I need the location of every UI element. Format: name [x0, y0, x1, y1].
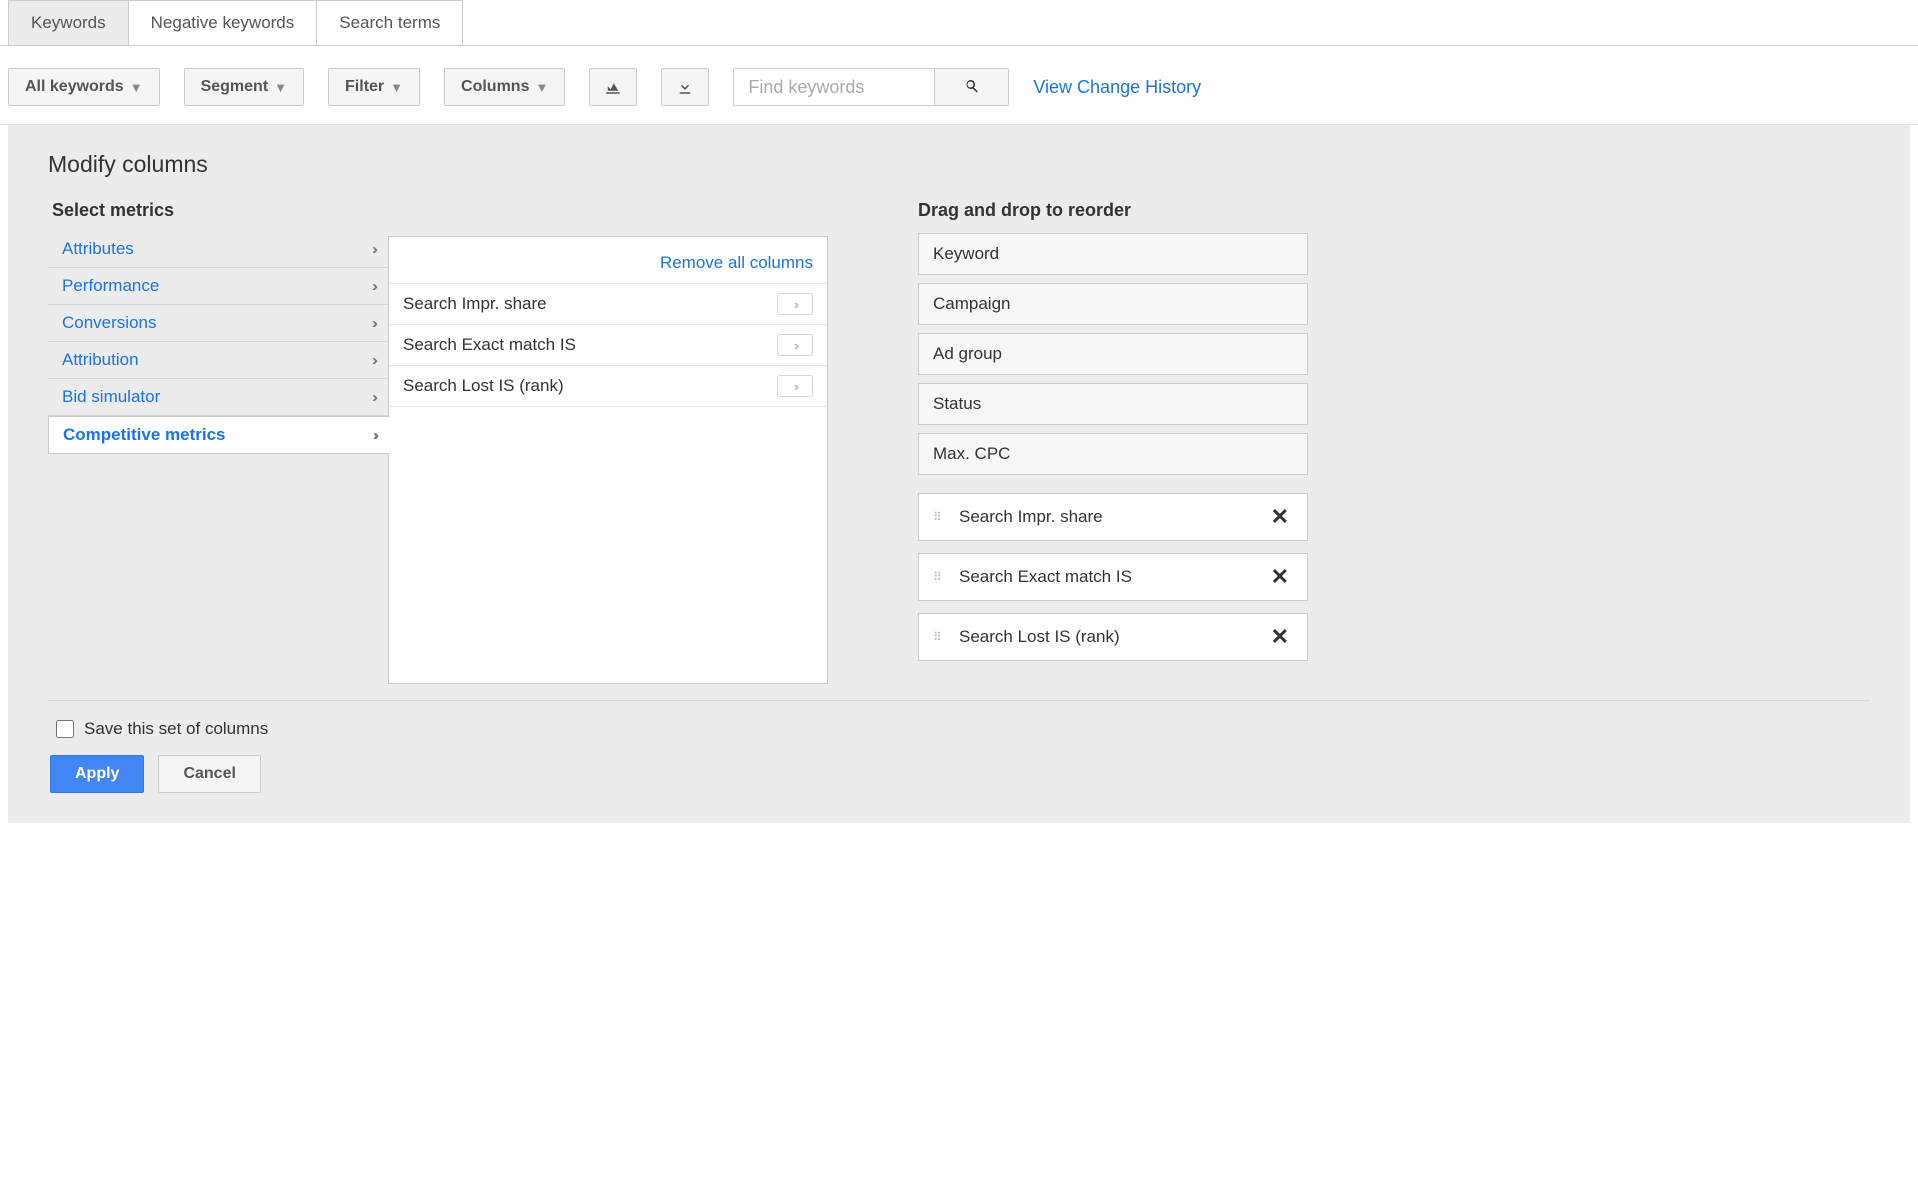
remove-column-icon[interactable]: ✕ — [1267, 624, 1293, 650]
panel-actions: Apply Cancel — [48, 755, 1870, 793]
metric-cat-label: Bid simulator — [62, 387, 160, 407]
metric-cat-performance[interactable]: Performance ›› — [48, 268, 388, 305]
columns-label: Columns — [461, 78, 529, 96]
remove-column-icon[interactable]: ✕ — [1267, 564, 1293, 590]
draggable-label: Search Impr. share — [959, 507, 1267, 527]
metric-row-label: Search Impr. share — [403, 294, 547, 314]
search-box — [733, 68, 1009, 106]
metric-list: Remove all columns Search Impr. share ››… — [388, 236, 828, 684]
metric-cat-bid-simulator[interactable]: Bid simulator ›› — [48, 379, 388, 416]
search-button[interactable] — [934, 69, 1008, 105]
chevrons-right-icon: ›› — [372, 278, 374, 295]
chevrons-right-icon: ›› — [373, 427, 375, 444]
search-input[interactable] — [734, 69, 934, 105]
save-columns-checkbox[interactable] — [56, 720, 74, 738]
filter-dropdown[interactable]: Filter ▼ — [328, 68, 420, 106]
draggable-col[interactable]: ⠿ Search Impr. share ✕ — [918, 493, 1308, 541]
segment-dropdown[interactable]: Segment ▼ — [184, 68, 304, 106]
draggable-label: Search Lost IS (rank) — [959, 627, 1267, 647]
download-button[interactable] — [661, 68, 709, 106]
caret-down-icon: ▼ — [390, 80, 403, 95]
drag-handle-icon: ⠿ — [933, 635, 951, 640]
all-keywords-label: All keywords — [25, 78, 124, 96]
add-metric-button[interactable]: ›› — [777, 375, 813, 397]
view-change-history-link[interactable]: View Change History — [1033, 77, 1201, 98]
modify-columns-panel: Modify columns Select metrics Attributes… — [8, 125, 1910, 823]
draggable-col[interactable]: ⠿ Search Exact match IS ✕ — [918, 553, 1308, 601]
all-keywords-dropdown[interactable]: All keywords ▼ — [8, 68, 160, 106]
select-metrics-title: Select metrics — [48, 200, 388, 221]
locked-col-keyword: Keyword — [918, 233, 1308, 275]
chart-icon — [604, 78, 622, 96]
caret-down-icon: ▼ — [274, 80, 287, 95]
cancel-button[interactable]: Cancel — [158, 755, 260, 793]
metric-row: Search Impr. share ›› — [389, 283, 827, 324]
metric-cat-conversions[interactable]: Conversions ›› — [48, 305, 388, 342]
reorder-column: Drag and drop to reorder Keyword Campaig… — [918, 200, 1308, 673]
chevrons-right-icon: ›› — [372, 315, 374, 332]
locked-col-max-cpc: Max. CPC — [918, 433, 1308, 475]
segment-label: Segment — [201, 78, 269, 96]
metric-cat-label: Attribution — [62, 350, 139, 370]
chevrons-right-icon: ›› — [372, 352, 374, 369]
save-columns-row: Save this set of columns — [48, 719, 1870, 739]
chart-button[interactable] — [589, 68, 637, 106]
chevrons-right-icon: ›› — [372, 389, 374, 406]
toolbar: All keywords ▼ Segment ▼ Filter ▼ Column… — [0, 68, 1918, 125]
columns-dropdown[interactable]: Columns ▼ — [444, 68, 565, 106]
metric-cat-label: Attributes — [62, 239, 134, 259]
save-columns-label[interactable]: Save this set of columns — [84, 719, 268, 739]
tab-keywords[interactable]: Keywords — [8, 0, 129, 45]
metric-cat-label: Competitive metrics — [63, 425, 226, 445]
metric-row-label: Search Exact match IS — [403, 335, 576, 355]
search-icon — [963, 77, 981, 95]
caret-down-icon: ▼ — [535, 80, 548, 95]
download-icon — [676, 78, 694, 96]
metric-cat-label: Conversions — [62, 313, 157, 333]
caret-down-icon: ▼ — [130, 80, 143, 95]
filter-label: Filter — [345, 78, 384, 96]
chevrons-right-icon: ›› — [372, 241, 374, 258]
remove-all-columns-link[interactable]: Remove all columns — [389, 237, 827, 283]
apply-button[interactable]: Apply — [50, 755, 144, 793]
metric-row: Search Lost IS (rank) ›› — [389, 365, 827, 407]
drag-handle-icon: ⠿ — [933, 575, 951, 580]
tab-search-terms[interactable]: Search terms — [317, 0, 463, 45]
metric-cat-label: Performance — [62, 276, 159, 296]
add-metric-button[interactable]: ›› — [777, 293, 813, 315]
locked-col-ad-group: Ad group — [918, 333, 1308, 375]
locked-col-status: Status — [918, 383, 1308, 425]
tab-negative-keywords[interactable]: Negative keywords — [129, 0, 318, 45]
metric-row: Search Exact match IS ›› — [389, 324, 827, 365]
drag-handle-icon: ⠿ — [933, 515, 951, 520]
metric-cat-attribution[interactable]: Attribution ›› — [48, 342, 388, 379]
tabs: Keywords Negative keywords Search terms — [0, 0, 1918, 46]
add-metric-button[interactable]: ›› — [777, 334, 813, 356]
metrics-categories: Select metrics Attributes ›› Performance… — [48, 200, 388, 454]
draggable-label: Search Exact match IS — [959, 567, 1267, 587]
locked-col-campaign: Campaign — [918, 283, 1308, 325]
metric-cat-attributes[interactable]: Attributes ›› — [48, 231, 388, 268]
draggable-col[interactable]: ⠿ Search Lost IS (rank) ✕ — [918, 613, 1308, 661]
remove-column-icon[interactable]: ✕ — [1267, 504, 1293, 530]
panel-title: Modify columns — [48, 151, 1870, 178]
reorder-title: Drag and drop to reorder — [918, 200, 1308, 221]
metric-cat-competitive-metrics[interactable]: Competitive metrics ›› — [48, 416, 389, 454]
metric-row-label: Search Lost IS (rank) — [403, 376, 564, 396]
